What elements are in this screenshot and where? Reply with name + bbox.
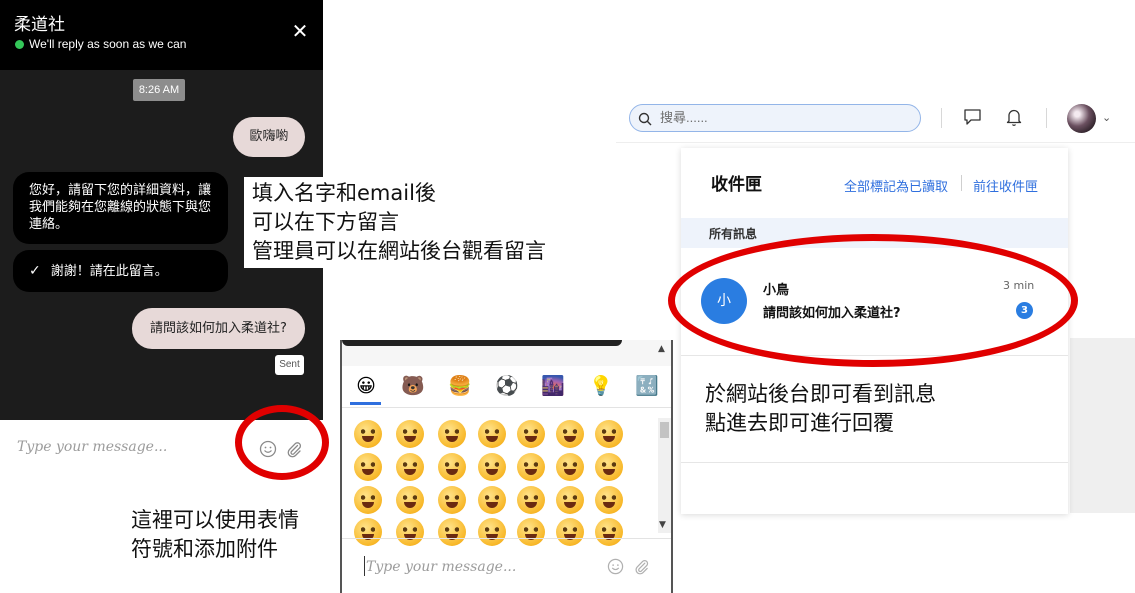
paperclip-icon[interactable]	[633, 558, 650, 575]
picker-message-input[interactable]	[364, 558, 588, 576]
category-symbols-tab[interactable]: 🔣	[634, 373, 660, 399]
section-label: 所有訊息	[709, 227, 758, 241]
emoji-face-icon[interactable]	[438, 518, 466, 546]
scroll-down-arrow-icon[interactable]: ▼	[659, 520, 666, 530]
emoji-face-icon[interactable]	[396, 518, 424, 546]
category-travel-tab[interactable]: 🌆	[540, 373, 566, 399]
bell-icon[interactable]	[1005, 107, 1023, 131]
background-panel	[1070, 338, 1135, 513]
picker-top-edge	[342, 340, 622, 346]
search-box[interactable]	[629, 104, 921, 132]
divider	[342, 538, 671, 539]
emoji-face-icon[interactable]	[354, 420, 382, 448]
text-caret	[364, 556, 365, 576]
chat-title: 柔道社	[14, 15, 65, 35]
emoji-face-icon[interactable]	[478, 486, 506, 514]
annotation-note: 填入名字和email後 可以在下方留言 管理員可以在網站後台觀看留言	[244, 177, 605, 268]
message-timestamp: 8:26 AM	[133, 79, 185, 101]
active-category-indicator	[350, 402, 381, 405]
outgoing-message: 歐嗨喲	[233, 117, 305, 157]
message-text: 請問該如何加入柔道社?	[150, 320, 287, 336]
emoji-face-icon[interactable]	[354, 518, 382, 546]
user-avatar[interactable]	[1067, 104, 1096, 133]
emoji-face-icon[interactable]	[517, 420, 545, 448]
emoji-face-icon[interactable]	[396, 453, 424, 481]
incoming-message: ✓ 謝謝！請在此留言。	[13, 250, 228, 292]
search-input[interactable]	[658, 109, 902, 126]
emoji-face-icon[interactable]	[396, 420, 424, 448]
emoji-face-icon[interactable]	[478, 453, 506, 481]
divider	[342, 407, 671, 408]
highlight-ring	[235, 405, 329, 480]
divider	[961, 175, 962, 191]
scroll-up-arrow-icon[interactable]: ▲	[658, 344, 665, 354]
emoji-face-icon[interactable]	[595, 453, 623, 481]
category-activities-tab[interactable]: ⚽	[494, 373, 520, 399]
emoji-picker: ▲ 😀 🐻 🍔 ⚽ 🌆 💡 🔣 ▼	[340, 340, 673, 593]
category-objects-tab[interactable]: 💡	[588, 373, 614, 399]
highlight-ring	[668, 234, 1078, 367]
emoji-face-icon[interactable]	[438, 420, 466, 448]
go-to-inbox-link[interactable]: 前往收件匣	[973, 176, 1038, 195]
emoji-face-icon[interactable]	[517, 518, 545, 546]
emoji-face-icon[interactable]	[556, 486, 584, 514]
message-text: 歐嗨喲	[249, 129, 289, 144]
divider	[941, 108, 942, 128]
emoji-face-icon[interactable]	[595, 518, 623, 546]
message-text: 謝謝！請在此留言。	[50, 263, 168, 279]
annotation-note: 這裡可以使用表情 符號和添加附件	[131, 506, 331, 564]
search-icon	[638, 111, 652, 130]
category-smileys-tab[interactable]: 😀	[353, 373, 379, 399]
emoji-face-icon[interactable]	[354, 486, 382, 514]
incoming-message: 您好，請留下您的詳細資料，讓我們能夠在您離線的狀態下與您連絡。	[13, 172, 228, 244]
emoji-face-icon[interactable]	[517, 486, 545, 514]
emoji-face-icon[interactable]	[556, 518, 584, 546]
emoji-face-icon[interactable]	[438, 486, 466, 514]
emoji-face-icon[interactable]	[595, 420, 623, 448]
mark-all-read-link[interactable]: 全部標記為已讀取	[844, 176, 948, 195]
emoji-face-icon[interactable]	[438, 453, 466, 481]
chat-header: 柔道社 We'll reply as soon as we can ✕	[0, 0, 323, 70]
close-icon[interactable]: ✕	[289, 20, 311, 42]
online-status-dot	[15, 40, 24, 49]
chat-message-input[interactable]	[15, 438, 229, 456]
chat-status-text: We'll reply as soon as we can	[29, 37, 187, 51]
emoji-face-icon[interactable]	[478, 420, 506, 448]
emoji-face-icon[interactable]	[556, 420, 584, 448]
chevron-down-icon[interactable]: ⌄	[1102, 111, 1111, 124]
chat-bubble-icon[interactable]	[963, 108, 982, 130]
emoji-face-icon[interactable]	[517, 453, 545, 481]
sent-status-badge: Sent	[275, 355, 304, 375]
emoji-face-icon[interactable]	[396, 486, 424, 514]
annotation-note: 於網站後台即可看到訊息 點進去即可進行回覆	[705, 382, 936, 435]
emoji-face-icon[interactable]	[556, 453, 584, 481]
inbox-title: 收件匣	[711, 175, 762, 195]
category-animals-tab[interactable]: 🐻	[400, 373, 426, 399]
emoji-face-icon[interactable]	[354, 453, 382, 481]
outgoing-message: 請問該如何加入柔道社?	[132, 308, 305, 349]
emoji-face-icon[interactable]	[478, 518, 506, 546]
check-icon: ✓	[29, 262, 41, 279]
divider	[681, 462, 1068, 463]
category-food-tab[interactable]: 🍔	[447, 373, 473, 399]
scrollbar-thumb[interactable]	[660, 422, 669, 438]
emoji-face-icon[interactable]	[595, 486, 623, 514]
divider	[1046, 108, 1047, 128]
emoji-icon[interactable]	[607, 558, 624, 575]
